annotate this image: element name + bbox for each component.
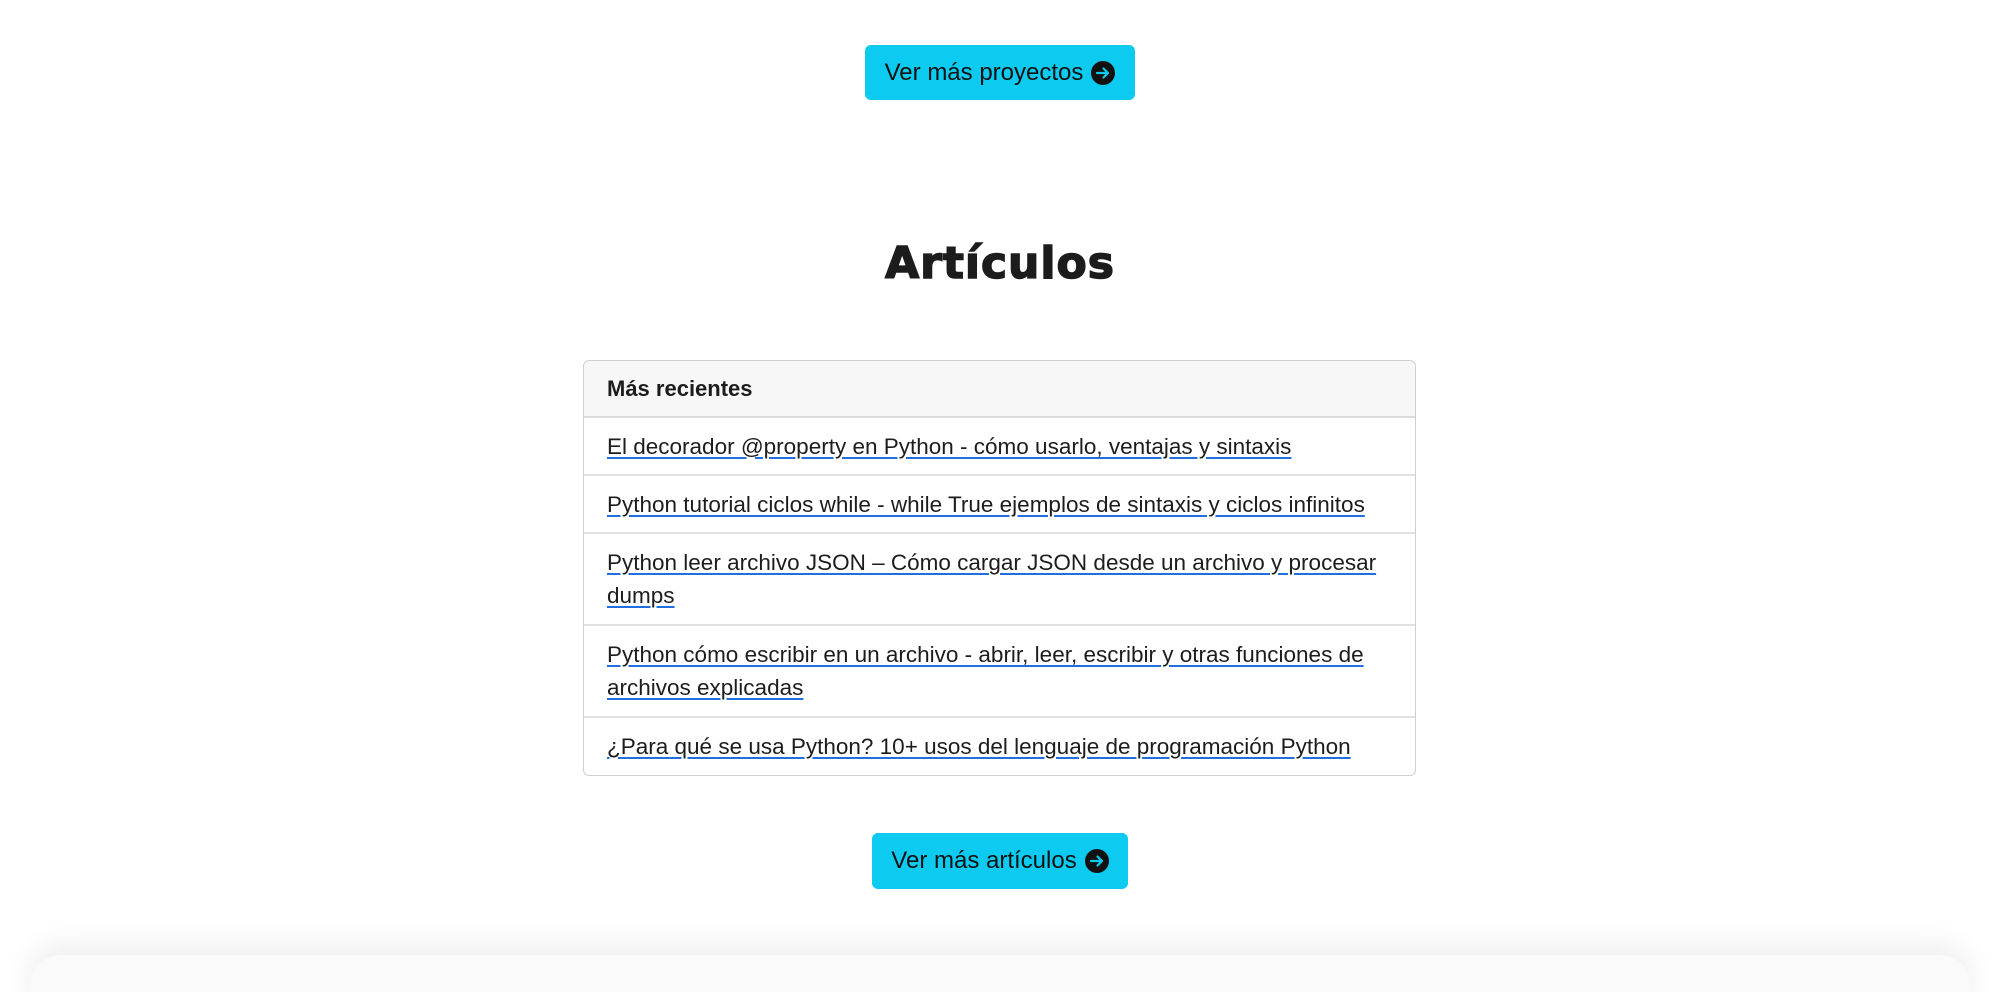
arrow-right-circle-icon (1091, 60, 1116, 85)
page: Ver más proyectos Artículos Más reciente… (0, 0, 2000, 992)
footer-edge (30, 955, 1970, 992)
card-header: Más recientes (584, 361, 1415, 418)
recent-articles-card: Más recientes El decorador @property en … (583, 360, 1416, 776)
article-link[interactable]: Python tutorial ciclos while - while Tru… (607, 488, 1365, 521)
article-link[interactable]: ¿Para qué se usa Python? 10+ usos del le… (607, 730, 1351, 763)
list-item: Python leer archivo JSON – Cómo cargar J… (584, 534, 1415, 626)
more-articles-button[interactable]: Ver más artículos (872, 833, 1128, 889)
article-link[interactable]: El decorador @property en Python - cómo … (607, 430, 1291, 463)
article-link[interactable]: Python cómo escribir en un archivo - abr… (607, 638, 1392, 704)
article-link[interactable]: Python leer archivo JSON – Cómo cargar J… (607, 546, 1392, 612)
section-title: Artículos (884, 237, 1115, 290)
more-projects-label: Ver más proyectos (884, 58, 1084, 86)
list-item: El decorador @property en Python - cómo … (584, 418, 1415, 476)
arrow-right-circle-icon (1084, 849, 1109, 873)
more-projects-button[interactable]: Ver más proyectos (865, 45, 1135, 100)
list-item: ¿Para qué se usa Python? 10+ usos del le… (584, 718, 1415, 775)
more-articles-label: Ver más artículos (891, 847, 1077, 874)
list-item: Python tutorial ciclos while - while Tru… (584, 476, 1415, 534)
list-item: Python cómo escribir en un archivo - abr… (584, 626, 1415, 718)
